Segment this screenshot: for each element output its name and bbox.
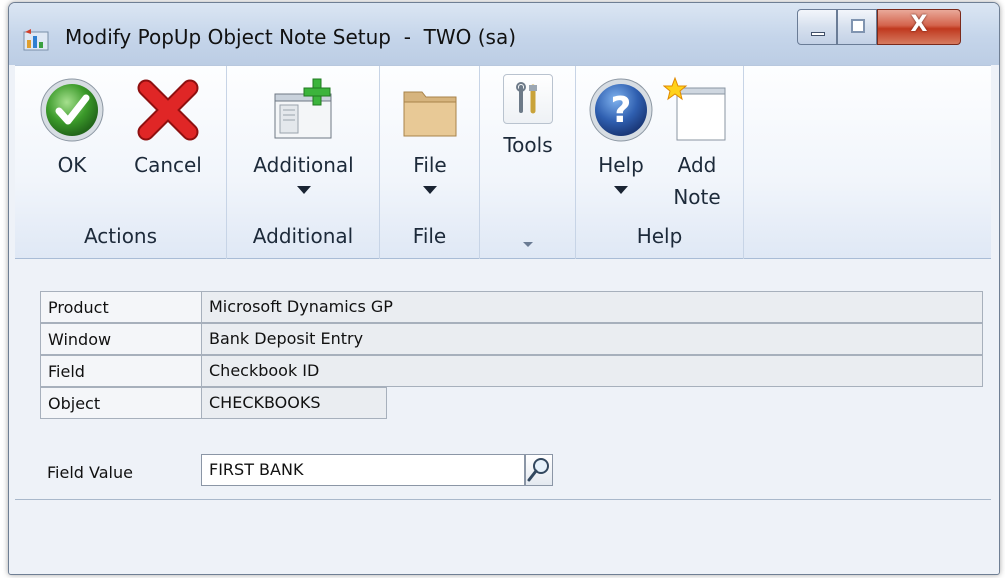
close-icon: X xyxy=(910,12,928,37)
ribbon-group-actions: OK Cancel Actions xyxy=(15,66,227,260)
tools-label: Tools xyxy=(503,133,553,157)
minimize-icon xyxy=(811,32,825,36)
add-note-button[interactable]: Add Note xyxy=(660,76,734,214)
help-question-icon: ? xyxy=(589,78,653,142)
ribbon-group-label-additional: Additional xyxy=(252,224,354,248)
object-value: CHECKBOOKS xyxy=(201,387,387,419)
additional-button[interactable]: Additional xyxy=(237,78,370,194)
tools-button[interactable]: Tools xyxy=(488,74,568,162)
svg-text:?: ? xyxy=(611,90,632,131)
help-label: Help xyxy=(598,153,644,177)
window-value: Bank Deposit Entry xyxy=(201,323,983,355)
field-label: Field xyxy=(40,355,202,387)
tools-icon-frame xyxy=(503,74,553,124)
dialog-window: Modify PopUp Object Note Setup - TWO (sa… xyxy=(8,2,1000,575)
tools-group-expand-icon[interactable] xyxy=(522,242,533,247)
cancel-label: Cancel xyxy=(134,153,202,177)
minimize-button[interactable] xyxy=(797,9,837,45)
file-label: File xyxy=(413,153,447,177)
ribbon-group-label-help: Help xyxy=(636,224,683,248)
file-button[interactable]: File xyxy=(390,80,470,194)
ribbon-group-help: ? Help Add Note Help xyxy=(576,66,744,260)
lookup-button[interactable] xyxy=(525,454,553,486)
help-button[interactable]: ? Help xyxy=(584,76,658,194)
folder-icon xyxy=(403,91,457,137)
additional-label: Additional xyxy=(253,153,354,177)
ok-label: OK xyxy=(57,153,87,177)
field-value-display: Checkbook ID xyxy=(201,355,983,387)
window-label: Window xyxy=(40,323,202,355)
cancel-x-icon xyxy=(137,79,199,141)
magnifier-icon xyxy=(527,458,549,482)
field-value-label: Field Value xyxy=(47,463,133,482)
window-title: Modify PopUp Object Note Setup - TWO (sa… xyxy=(65,25,517,49)
ribbon-group-tools: Tools xyxy=(480,66,576,260)
ribbon-group-additional: Additional Additional xyxy=(227,66,380,260)
ok-button[interactable]: OK xyxy=(33,76,111,182)
chevron-down-icon xyxy=(423,186,437,194)
object-label: Object xyxy=(40,387,202,419)
close-button[interactable]: X xyxy=(877,9,961,45)
form-area: Product Microsoft Dynamics GP Window Ban… xyxy=(15,259,991,569)
field-value-input[interactable]: FIRST BANK xyxy=(201,454,525,486)
ribbon-group-label-file: File xyxy=(412,224,447,248)
add-note-label-line2: Note xyxy=(673,185,721,209)
title-bar: Modify PopUp Object Note Setup - TWO (sa… xyxy=(9,3,999,65)
ribbon-group-label-actions: Actions xyxy=(83,224,158,248)
add-note-icon xyxy=(662,76,726,141)
ribbon-toolbar: OK Cancel Actions Additional Additional … xyxy=(15,65,991,260)
product-value: Microsoft Dynamics GP xyxy=(201,291,983,323)
chevron-down-icon xyxy=(296,186,311,194)
ribbon-group-file: File File xyxy=(380,66,480,260)
maximize-icon xyxy=(851,19,865,33)
status-bar xyxy=(15,499,991,569)
additional-window-icon xyxy=(274,78,331,139)
app-icon xyxy=(23,29,49,51)
product-label: Product xyxy=(40,291,202,323)
cancel-button[interactable]: Cancel xyxy=(123,76,213,182)
chevron-down-icon xyxy=(614,186,628,194)
tools-icon xyxy=(516,82,537,114)
maximize-button[interactable] xyxy=(837,9,877,45)
add-note-label-line1: Add xyxy=(677,153,717,177)
ok-check-icon xyxy=(40,78,104,142)
